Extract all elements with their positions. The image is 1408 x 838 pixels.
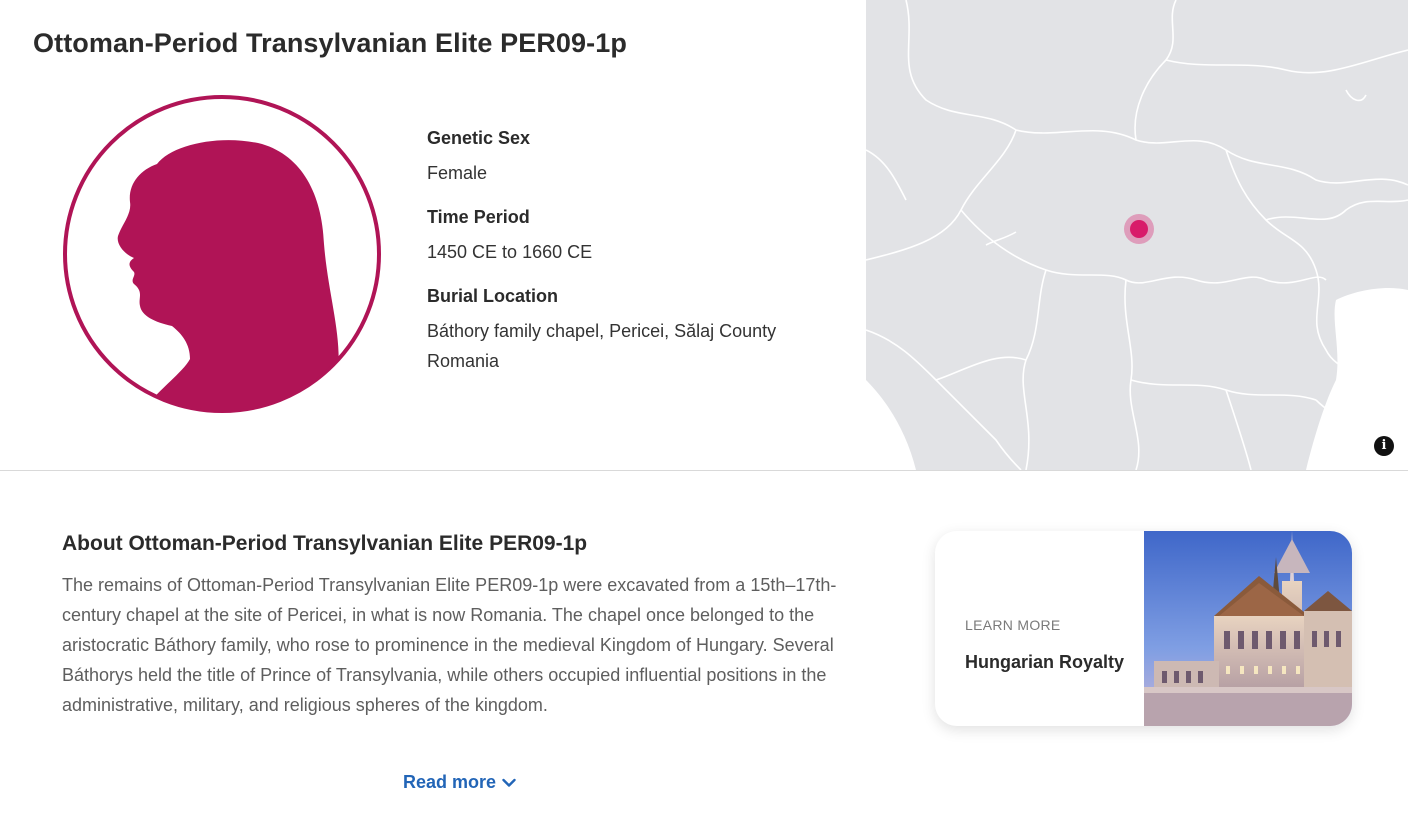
card-image: [1144, 531, 1352, 726]
page-title: Ottoman-Period Transylvanian Elite PER09…: [33, 28, 627, 58]
fact-time-period: Time Period 1450 CE to 1660 CE: [427, 207, 847, 267]
read-more-button[interactable]: Read more: [403, 772, 516, 793]
fact-burial-location: Burial Location Báthory family chapel, P…: [427, 286, 847, 376]
card-kicker: LEARN MORE: [965, 617, 1061, 633]
about-text: The remains of Ottoman-Period Transylvan…: [62, 575, 837, 715]
fact-value: Báthory family chapel, Pericei, Sălaj Co…: [427, 321, 777, 371]
portrait-silhouette: [62, 94, 382, 414]
read-more-label: Read more: [403, 772, 497, 792]
card-text: LEARN MORE Hungarian Royalty: [965, 617, 1135, 677]
map-marker: [1130, 220, 1148, 238]
fact-label: Burial Location: [427, 286, 559, 306]
profile-panel: Ottoman-Period Transylvanian Elite PER09…: [0, 0, 866, 470]
location-map[interactable]: i: [866, 0, 1408, 470]
card-title: Hungarian Royalty: [965, 652, 1125, 672]
fact-genetic-sex: Genetic Sex Female: [427, 128, 847, 188]
map-borders: [866, 0, 1408, 470]
info-icon[interactable]: i: [1374, 436, 1394, 456]
fact-value: 1450 CE to 1660 CE: [427, 242, 593, 262]
facts-list: Genetic Sex Female Time Period 1450 CE t…: [427, 128, 847, 376]
chevron-down-icon: [502, 778, 516, 787]
fact-value: Female: [427, 163, 488, 183]
summary-section: Ottoman-Period Transylvanian Elite PER09…: [0, 0, 1408, 471]
about-title: About Ottoman-Period Transylvanian Elite…: [62, 532, 588, 555]
about-section: About Ottoman-Period Transylvanian Elite…: [62, 532, 862, 720]
fact-label: Time Period: [427, 207, 530, 227]
learn-more-card[interactable]: LEARN MORE Hungarian Royalty: [935, 531, 1352, 726]
fact-label: Genetic Sex: [427, 128, 531, 148]
